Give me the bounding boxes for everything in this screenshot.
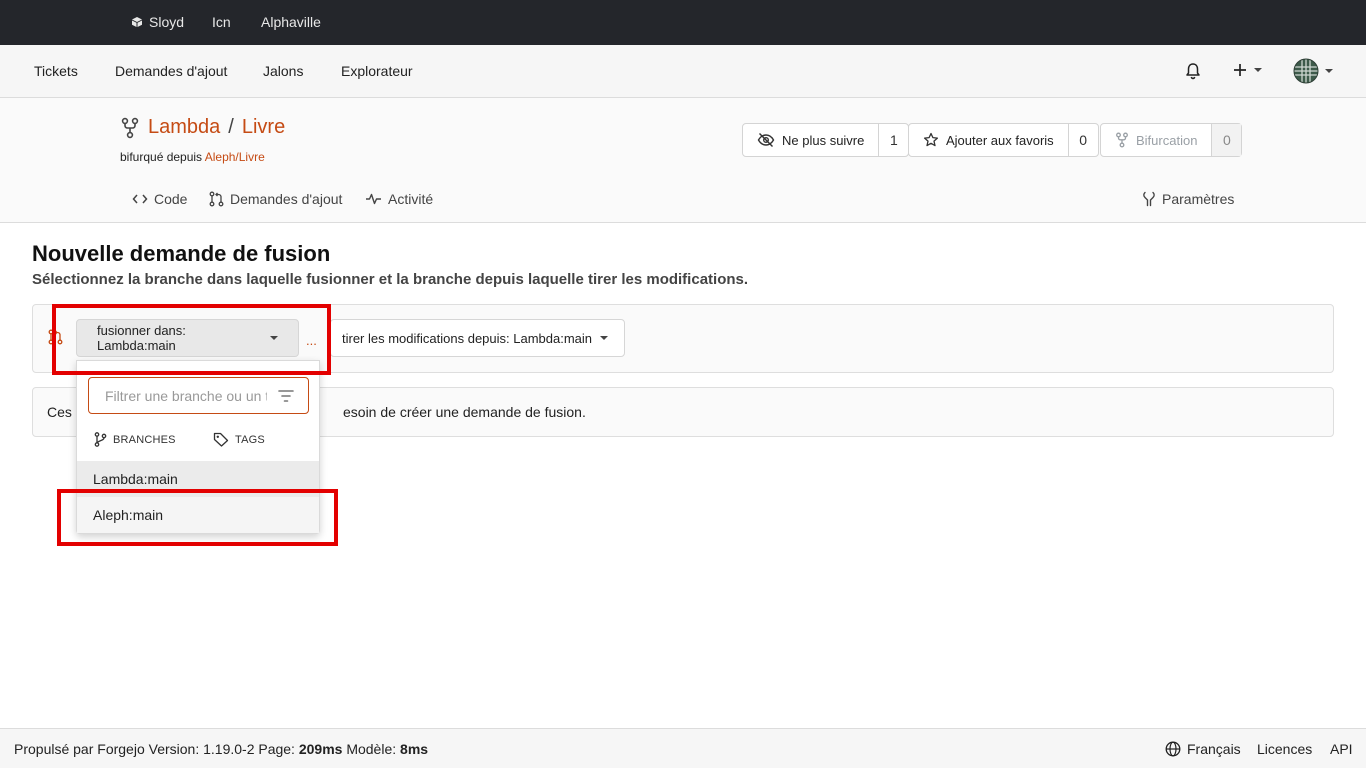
branch-filter-input[interactable] (103, 386, 269, 406)
language-selector[interactable]: Français (1165, 741, 1241, 757)
branch-option-aleph-main[interactable]: Aleph:main (77, 497, 319, 533)
branch-option-lambda-main[interactable]: Lambda:main (77, 461, 319, 497)
watchers-count[interactable]: 1 (878, 124, 908, 156)
head-branch-label: tirer les modifications depuis: Lambda:m… (342, 330, 593, 346)
fork-icon (120, 117, 140, 139)
chevron-down-icon (1325, 69, 1333, 73)
user-menu[interactable] (1293, 58, 1333, 84)
unwatch-button[interactable]: Ne plus suivre (743, 124, 878, 156)
forked-from-link[interactable]: Aleph/Livre (205, 150, 265, 164)
code-icon (132, 192, 148, 206)
plus-icon (1232, 62, 1248, 78)
licenses-label: Licences (1257, 741, 1313, 757)
branch-dropdown-menu: BRANCHES TAGS Lambda:main Aleph:main (76, 360, 320, 534)
nav-link-pull-requests[interactable]: Demandes d'ajout (115, 63, 227, 79)
fork-button-group: Bifurcation 0 (1100, 123, 1243, 157)
globe-icon (1165, 741, 1181, 757)
pulse-icon (365, 192, 382, 206)
tab-settings[interactable]: Paramètres (1142, 191, 1234, 207)
tab-code[interactable]: Code (132, 191, 187, 207)
watch-button-group: Ne plus suivre 1 (742, 123, 910, 157)
tab-label: Activité (388, 191, 434, 207)
tab-branches[interactable]: BRANCHES (94, 432, 176, 447)
stars-count[interactable]: 0 (1067, 124, 1098, 156)
star-label: Ajouter aux favoris (946, 132, 1054, 148)
page-subtitle: Sélectionnez la branche dans laquelle fu… (32, 271, 749, 288)
branch-icon (94, 432, 107, 447)
nav-link-milestones[interactable]: Jalons (263, 63, 303, 79)
star-icon (923, 132, 939, 148)
compare-ellipsis: ... (306, 333, 317, 348)
branch-filter-field (88, 377, 309, 414)
info-message-end: esoin de créer une demande de fusion. (343, 404, 586, 420)
topbar-item-sloyd[interactable]: Sloyd (131, 14, 184, 30)
footer: Propulsé par Forgejo Version: 1.19.0-2 P… (0, 728, 1366, 768)
footer-page-time: 209ms (298, 741, 343, 757)
api-label: API (1330, 741, 1353, 757)
head-branch-dropdown[interactable]: tirer les modifications depuis: Lambda:m… (330, 319, 625, 357)
tab-pull-requests[interactable]: Demandes d'ajout (209, 191, 342, 207)
footer-version-info: Propulsé par Forgejo Version: 1.19.0-2 P… (14, 741, 428, 757)
unwatch-label: Ne plus suivre (782, 132, 865, 148)
chevron-down-icon (270, 336, 278, 340)
filter-icon (278, 389, 294, 403)
tab-label: Demandes d'ajout (230, 191, 343, 207)
fork-button[interactable]: Bifurcation (1101, 124, 1211, 156)
topbar-item-label: Sloyd (149, 14, 185, 30)
pull-request-icon (48, 329, 63, 345)
chevron-down-icon (1254, 68, 1262, 72)
nav-link-tickets[interactable]: Tickets (34, 63, 78, 79)
info-message-start: Ces (47, 404, 72, 420)
star-button[interactable]: Ajouter aux favoris (909, 124, 1068, 156)
fork-icon (1115, 132, 1129, 148)
chevron-down-icon (600, 336, 609, 340)
tab-tags-label: TAGS (235, 433, 265, 446)
nav-link-explore[interactable]: Explorateur (341, 63, 413, 79)
topbar-item-alphaville[interactable]: Alphaville (261, 14, 321, 30)
footer-template-label: Modèle: (342, 741, 401, 757)
repo-owner-link[interactable]: Lambda (148, 116, 220, 139)
bell-icon[interactable] (1184, 62, 1202, 80)
tag-icon (213, 432, 229, 447)
globe-avatar-icon (1293, 58, 1319, 84)
repo-title: Lambda / Livre (120, 116, 285, 139)
page-title: Nouvelle demande de fusion (32, 241, 331, 266)
language-label: Français (1187, 741, 1241, 757)
tab-activity[interactable]: Activité (365, 191, 433, 207)
top-bar: Sloyd Icn Alphaville (0, 0, 1366, 45)
footer-powered-text: Propulsé par Forgejo Version: 1.19.0-2 P… (14, 741, 299, 757)
repo-name-link[interactable]: Livre (242, 116, 285, 139)
box-icon (131, 16, 143, 28)
base-branch-label: fusionner dans: Lambda:main (97, 323, 186, 353)
tab-label: Paramètres (1162, 191, 1235, 207)
repo-header: Lambda / Livre bifurqué depuis Aleph/Liv… (0, 98, 1366, 223)
tab-tags[interactable]: TAGS (213, 432, 265, 447)
main-nav: Tickets Demandes d'ajout Jalons Explorat… (0, 45, 1366, 98)
star-button-group: Ajouter aux favoris 0 (908, 123, 1099, 157)
fork-label: Bifurcation (1136, 132, 1198, 148)
forked-from-text: bifurqué depuis Aleph/Livre (120, 150, 265, 164)
footer-link-licenses[interactable]: Licences (1257, 741, 1312, 757)
eye-slash-icon (757, 132, 775, 148)
footer-template-time: 8ms (400, 741, 429, 757)
forked-prefix: bifurqué depuis (120, 150, 203, 164)
tools-icon (1142, 191, 1156, 207)
tab-branches-label: BRANCHES (113, 433, 176, 446)
repo-path-separator: / (228, 116, 234, 138)
topbar-item-icn[interactable]: Icn (212, 14, 231, 30)
create-menu[interactable] (1232, 62, 1262, 78)
forks-count[interactable]: 0 (1211, 124, 1242, 156)
base-branch-dropdown[interactable]: fusionner dans: Lambda:main (76, 319, 299, 357)
tab-label: Code (154, 191, 188, 207)
footer-link-api[interactable]: API (1330, 741, 1353, 757)
topbar-item-label: Icn (212, 14, 231, 30)
topbar-item-label: Alphaville (261, 14, 321, 30)
pull-request-icon (209, 191, 224, 207)
